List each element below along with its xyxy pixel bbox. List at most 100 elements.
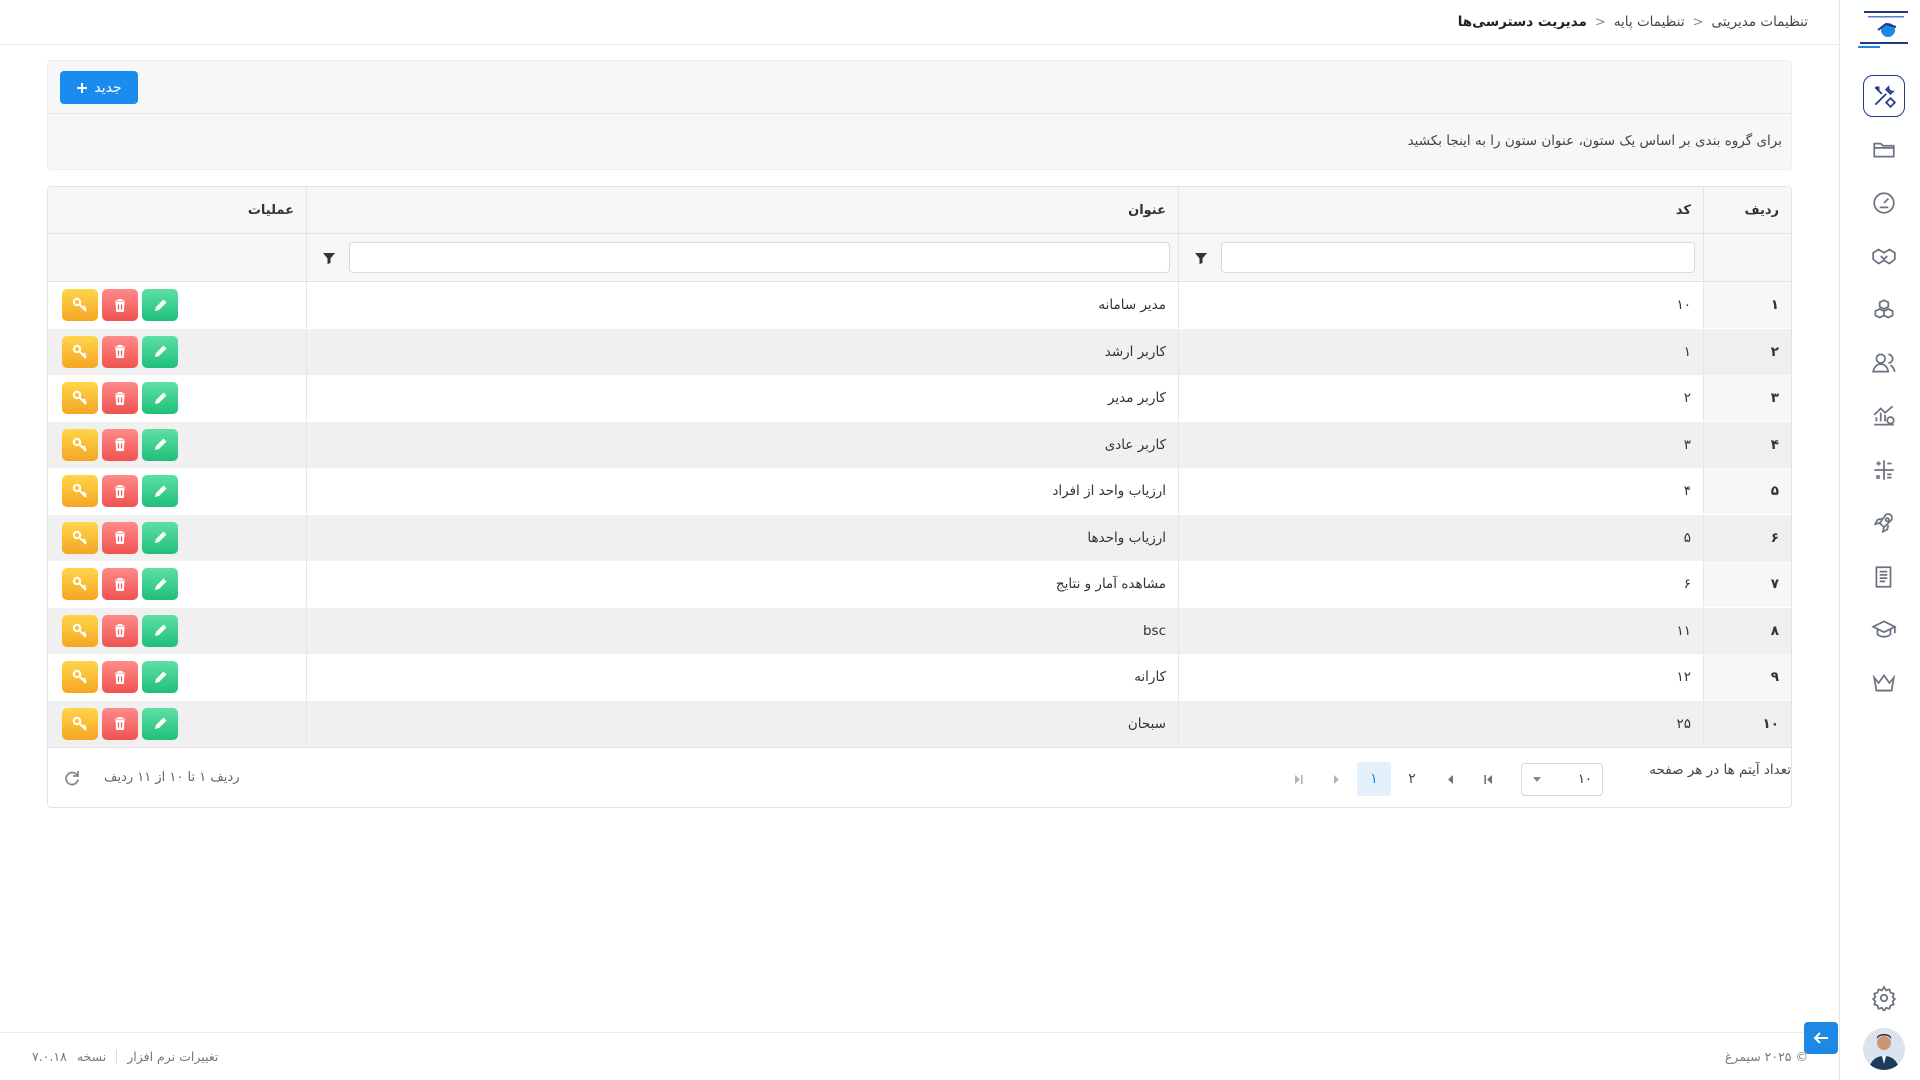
table-row[interactable]: ۵ ۴ ارزیاب واحد از افراد bbox=[48, 468, 1791, 514]
row-ops bbox=[48, 282, 306, 328]
delete-button[interactable] bbox=[102, 521, 138, 554]
permissions-button[interactable] bbox=[62, 382, 98, 414]
software-changes-link[interactable]: تغییرات نرم افزار bbox=[127, 1049, 218, 1064]
row-index: ۵ bbox=[1703, 468, 1791, 514]
previous-page-icon[interactable] bbox=[1433, 762, 1467, 796]
chart-money-icon[interactable] bbox=[1863, 395, 1905, 437]
permissions-button[interactable] bbox=[62, 289, 98, 321]
page-size-select[interactable]: ۱۰ bbox=[1521, 762, 1603, 796]
row-actions bbox=[62, 568, 178, 600]
breadcrumb-item-base-settings[interactable]: تنظیمات پایه bbox=[1614, 14, 1685, 30]
row-ops bbox=[48, 422, 306, 468]
delete-button[interactable] bbox=[102, 335, 138, 368]
delete-button[interactable] bbox=[102, 614, 138, 647]
column-header-code[interactable]: کد bbox=[1178, 187, 1703, 233]
permissions-button[interactable] bbox=[62, 335, 98, 368]
group-drop-zone[interactable]: برای گروه بندی بر اساس یک ستون، عنوان ست… bbox=[1408, 133, 1782, 149]
graduation-cap-icon[interactable] bbox=[1863, 609, 1905, 651]
crown-icon[interactable] bbox=[1863, 662, 1905, 704]
edit-button[interactable] bbox=[142, 707, 178, 740]
filter-icon[interactable] bbox=[315, 244, 343, 272]
row-ops bbox=[48, 701, 306, 747]
pencil-icon bbox=[154, 299, 166, 311]
collapse-sidebar-button[interactable] bbox=[1804, 1022, 1838, 1054]
page-size-value: ۱۰ bbox=[1578, 771, 1592, 787]
footer-divider bbox=[116, 1049, 118, 1064]
permissions-button[interactable] bbox=[62, 521, 98, 554]
pencil-icon bbox=[154, 671, 166, 683]
calculator-icon[interactable] bbox=[1863, 449, 1905, 491]
edit-button[interactable] bbox=[142, 614, 178, 647]
row-index: ۶ bbox=[1703, 514, 1791, 561]
new-button[interactable]: جدید bbox=[60, 71, 138, 104]
row-ops bbox=[48, 329, 306, 375]
rocket-icon[interactable] bbox=[1863, 502, 1905, 544]
column-header-title[interactable]: عنوان bbox=[306, 187, 1178, 233]
first-page-icon[interactable] bbox=[1471, 762, 1505, 796]
permissions-button[interactable] bbox=[62, 614, 98, 647]
pencil-icon bbox=[154, 345, 166, 357]
table-row[interactable]: ۸ ۱۱ bsc bbox=[48, 607, 1791, 654]
breadcrumb-item-admin-settings[interactable]: تنظیمات مدیریتی bbox=[1711, 14, 1808, 30]
gauge-icon[interactable] bbox=[1863, 182, 1905, 224]
title-filter-input[interactable] bbox=[349, 242, 1170, 273]
column-header-index[interactable]: ردیف bbox=[1703, 187, 1791, 233]
table-row[interactable]: ۴ ۳ کاربر عادی bbox=[48, 421, 1791, 468]
edit-button[interactable] bbox=[142, 428, 178, 461]
panel-divider bbox=[48, 113, 1791, 114]
page-button-2[interactable]: ۲ bbox=[1395, 762, 1429, 796]
table-row[interactable]: ۲ ۱ کاربر ارشد bbox=[48, 328, 1791, 375]
row-title: مدیر سامانه bbox=[306, 282, 1178, 328]
chevron-down-icon bbox=[1533, 777, 1541, 782]
edit-button[interactable] bbox=[142, 382, 178, 414]
key-icon bbox=[72, 483, 87, 498]
tools-icon[interactable] bbox=[1863, 75, 1905, 117]
row-ops bbox=[48, 561, 306, 607]
permissions-button[interactable] bbox=[62, 568, 98, 600]
app-logo[interactable] bbox=[1854, 8, 1914, 50]
table-row[interactable]: ۹ ۱۲ کارانه bbox=[48, 654, 1791, 700]
handshake-icon[interactable] bbox=[1863, 235, 1905, 277]
settings-icon[interactable] bbox=[1863, 977, 1905, 1019]
code-filter-input[interactable] bbox=[1221, 242, 1695, 273]
edit-button[interactable] bbox=[142, 289, 178, 321]
table-row[interactable]: ۱۰ ۲۵ سبحان bbox=[48, 700, 1791, 747]
delete-button[interactable] bbox=[102, 428, 138, 461]
pencil-icon bbox=[154, 624, 166, 636]
edit-button[interactable] bbox=[142, 568, 178, 600]
users-icon[interactable] bbox=[1863, 342, 1905, 384]
filter-icon[interactable] bbox=[1187, 244, 1215, 272]
next-page-icon[interactable] bbox=[1319, 762, 1353, 796]
permissions-button[interactable] bbox=[62, 661, 98, 693]
table-row[interactable]: ۶ ۵ ارزیاب واحدها bbox=[48, 514, 1791, 561]
table-row[interactable]: ۷ ۶ مشاهده آمار و نتایج bbox=[48, 561, 1791, 607]
boxes-icon[interactable] bbox=[1863, 289, 1905, 331]
delete-button[interactable] bbox=[102, 661, 138, 693]
avatar[interactable] bbox=[1863, 1028, 1905, 1070]
delete-button[interactable] bbox=[102, 382, 138, 414]
last-page-icon[interactable] bbox=[1281, 762, 1315, 796]
edit-button[interactable] bbox=[142, 661, 178, 693]
edit-button[interactable] bbox=[142, 475, 178, 507]
row-index: ۲ bbox=[1703, 328, 1791, 375]
permissions-button[interactable] bbox=[62, 428, 98, 461]
permissions-button[interactable] bbox=[62, 475, 98, 507]
pager-bar: تعداد آیتم ها در هر صفحه ۱ ۲ ۱۰ ردیف ۱ ت… bbox=[48, 747, 1791, 807]
trash-icon bbox=[115, 670, 125, 684]
folder-icon[interactable] bbox=[1863, 128, 1905, 170]
delete-button[interactable] bbox=[102, 707, 138, 740]
plus-icon bbox=[77, 82, 88, 93]
refresh-icon[interactable] bbox=[62, 768, 82, 788]
row-index: ۸ bbox=[1703, 607, 1791, 654]
key-icon bbox=[72, 530, 87, 545]
book-icon[interactable] bbox=[1863, 556, 1905, 598]
permissions-button[interactable] bbox=[62, 707, 98, 740]
edit-button[interactable] bbox=[142, 335, 178, 368]
delete-button[interactable] bbox=[102, 475, 138, 507]
table-row[interactable]: ۳ ۲ کاربر مدیر bbox=[48, 375, 1791, 421]
edit-button[interactable] bbox=[142, 521, 178, 554]
delete-button[interactable] bbox=[102, 568, 138, 600]
delete-button[interactable] bbox=[102, 289, 138, 321]
table-row[interactable]: ۱ ۱۰ مدیر سامانه bbox=[48, 282, 1791, 328]
page-button-1[interactable]: ۱ bbox=[1357, 762, 1391, 796]
